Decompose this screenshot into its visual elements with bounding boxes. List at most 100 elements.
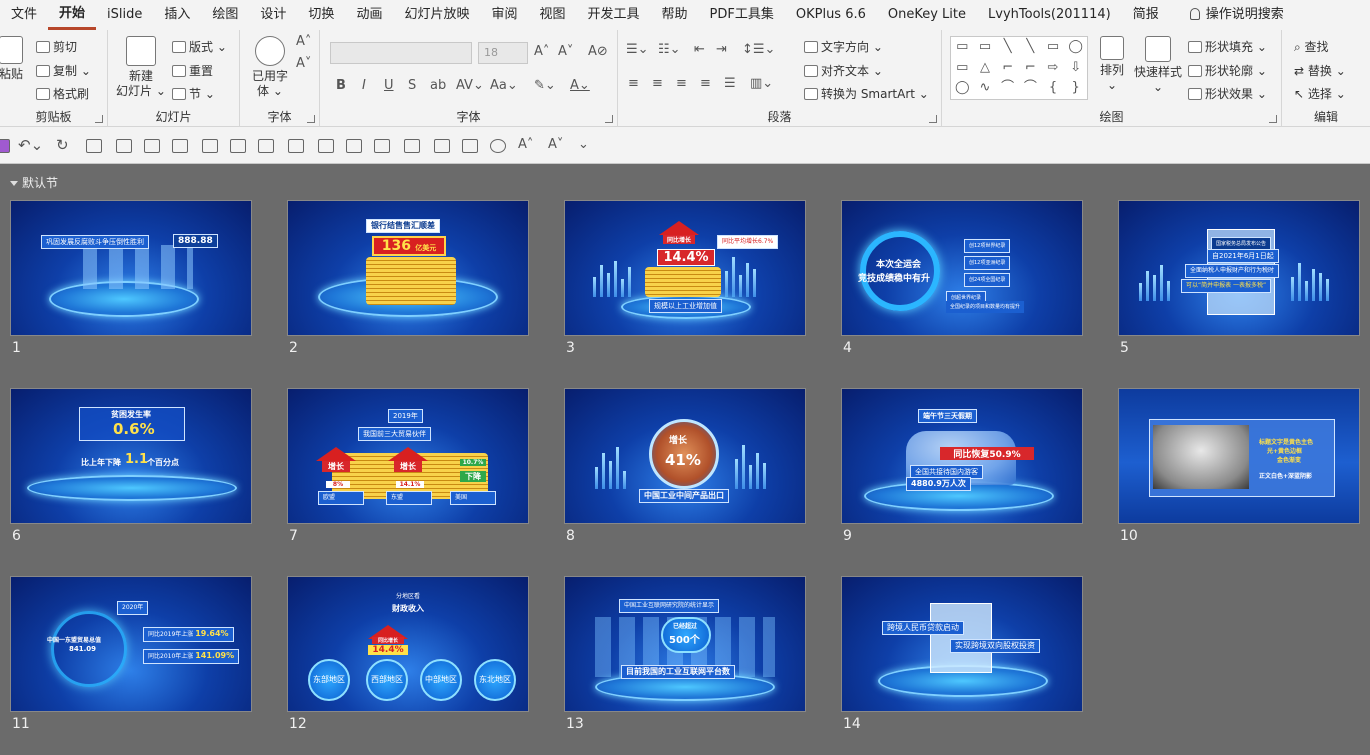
bold-button[interactable]: B	[336, 78, 346, 93]
drawing-launcher-icon[interactable]	[1269, 115, 1277, 123]
align-left-icon[interactable]: ≡	[628, 76, 639, 91]
slide-thumbnail-3[interactable]: 同比增长 14.4% 同比平均增长6.7% 规模以上工业增加值	[564, 200, 806, 336]
section-button[interactable]: 节 ⌄	[172, 85, 215, 102]
slide-thumbnail-10[interactable]: 标题文字是黄色主色 光+黄色边框 金色渐变 正文白色+深蓝阴影	[1118, 388, 1360, 524]
section-header[interactable]: 默认节	[10, 174, 58, 191]
select-button[interactable]: ↖ 选择 ⌄	[1294, 85, 1346, 102]
shape-outline-button[interactable]: 形状轮廓 ⌄	[1188, 62, 1267, 79]
text-box-icon[interactable]	[404, 139, 420, 153]
connector-icon[interactable]	[374, 139, 390, 153]
line-spacing-icon[interactable]: ↕☰⌄	[742, 42, 775, 57]
slide-thumbnail-12[interactable]: 分地区看 财政收入 同比增长 14.4% 东部地区 西部地区 中部地区 东北地区	[287, 576, 529, 712]
layout-button[interactable]: 版式 ⌄	[172, 38, 227, 55]
tab-okplus[interactable]: OKPlus 6.6	[785, 0, 877, 30]
font-name-combo[interactable]	[330, 42, 472, 64]
tab-insert[interactable]: 插入	[153, 0, 201, 30]
undo-icon[interactable]: ↶⌄	[18, 136, 43, 154]
customize-qat-icon[interactable]: ⌄	[578, 137, 589, 152]
columns-icon[interactable]: ▥⌄	[750, 76, 773, 91]
align-top-icon[interactable]	[116, 139, 132, 153]
tab-review[interactable]: 审阅	[480, 0, 528, 30]
slide-thumbnail-1[interactable]: 巩固发展反腐败斗争压倒性胜利 888.88	[10, 200, 252, 336]
text-direction-button[interactable]: 文字方向 ⌄	[804, 38, 883, 55]
strikethrough-button[interactable]: S	[408, 78, 416, 93]
start-slideshow-icon[interactable]	[86, 139, 102, 153]
tell-me-search[interactable]: 操作说明搜索	[1170, 0, 1295, 30]
underline-button[interactable]: U	[384, 78, 394, 93]
clear-format-icon[interactable]: A⊘	[588, 44, 608, 59]
slide-thumbnail-11[interactable]: 2020年 中国一东盟贸易总值 841.09 同比2019年上涨 19.64% …	[10, 576, 252, 712]
grow-font-icon[interactable]: A˄	[296, 34, 311, 49]
decrease-indent-icon[interactable]: ⇤	[694, 42, 705, 57]
shrink-font-qat-icon[interactable]: A˅	[548, 137, 563, 152]
clipboard-launcher-icon[interactable]	[95, 115, 103, 123]
justify-icon[interactable]: ≡	[700, 76, 711, 91]
align-right-icon[interactable]: ≡	[676, 76, 687, 91]
group-icon[interactable]	[318, 139, 334, 153]
tab-file[interactable]: 文件	[0, 0, 48, 30]
align-middle-icon[interactable]	[202, 139, 218, 153]
slide-thumbnail-14[interactable]: 跨境人民币贷款启动 实现跨境双向股权投资	[841, 576, 1083, 712]
redo-icon[interactable]: ↻	[56, 136, 69, 154]
shape-fill-button[interactable]: 形状填充 ⌄	[1188, 38, 1267, 55]
tab-islide[interactable]: iSlide	[96, 0, 153, 30]
slide-thumbnail-13[interactable]: 中国工业互联网研究院的统计显示 已经超过 500个 目前我国的工业互联网平台数	[564, 576, 806, 712]
align-text-button[interactable]: 对齐文本 ⌄	[804, 62, 883, 79]
align-bottom-icon[interactable]	[230, 139, 246, 153]
new-slide-button[interactable]: 新建 幻灯片 ⌄	[114, 36, 168, 99]
font-size-combo[interactable]: 18	[478, 42, 528, 64]
tab-slideshow[interactable]: 幻灯片放映	[393, 0, 480, 30]
distributed-icon[interactable]: ☰	[724, 76, 736, 91]
crop-icon[interactable]	[434, 139, 450, 153]
align-center-icon[interactable]: ≡	[652, 76, 663, 91]
slide-thumbnail-7[interactable]: 2019年 我国前三大贸易伙伴 增长 增长 8% 14.1% 10.7% 下降 …	[287, 388, 529, 524]
tab-design[interactable]: 设计	[249, 0, 297, 30]
highlight-icon[interactable]: ✎⌄	[534, 78, 556, 93]
find-button[interactable]: ⌕ 查找	[1294, 38, 1329, 55]
copy-button[interactable]: 复制 ⌄	[36, 62, 91, 79]
save-icon[interactable]	[0, 139, 10, 153]
slide-thumbnail-5[interactable]: 国家税务总局发布公告 自2021年6月1日起 全面纳税人申报财产和行为税时 可以…	[1118, 200, 1360, 336]
shapes-gallery[interactable]: ▭ ▭ ╲ ╲ ▭ ◯ ▭ △ ⌐ ⌐ ⇨ ⇩ ◯ ∿ ⌒ ⌒{}	[950, 36, 1088, 100]
tab-lvyhtools[interactable]: LvyhTools(201114)	[977, 0, 1122, 30]
paragraph-launcher-icon[interactable]	[929, 115, 937, 123]
tab-briefing[interactable]: 简报	[1122, 0, 1170, 30]
decrease-font-icon[interactable]: A˅	[558, 44, 573, 59]
shadow-button[interactable]: ab	[430, 78, 446, 93]
slide-thumbnail-2[interactable]: 银行结售售汇顺差 136 亿美元	[287, 200, 529, 336]
distribute-h-icon[interactable]	[258, 139, 274, 153]
replace-button[interactable]: ⇄ 替换 ⌄	[1294, 62, 1346, 79]
align-center-h-icon[interactable]	[172, 139, 188, 153]
quick-styles-button[interactable]: 快速样式 ⌄	[1132, 36, 1184, 95]
used-fonts-button[interactable]: 已用字体 ⌄	[248, 36, 292, 99]
smartart-button[interactable]: 转换为 SmartArt ⌄	[804, 85, 929, 102]
reset-button[interactable]: 重置	[172, 62, 213, 79]
shapes-icon[interactable]	[490, 139, 506, 153]
font-launcher-icon[interactable]	[605, 115, 613, 123]
arrange-button[interactable]: 排列 ⌄	[1094, 36, 1130, 93]
change-case-icon[interactable]: Aa⌄	[490, 78, 518, 93]
char-spacing-icon[interactable]: AV⌄	[456, 78, 484, 93]
increase-indent-icon[interactable]: ⇥	[716, 42, 727, 57]
slide-thumbnail-8[interactable]: 增长 41% 中国工业中间产品出口	[564, 388, 806, 524]
tab-animations[interactable]: 动画	[345, 0, 393, 30]
format-painter-button[interactable]: 格式刷	[36, 85, 89, 102]
tab-transitions[interactable]: 切换	[297, 0, 345, 30]
increase-font-icon[interactable]: A˄	[534, 44, 549, 59]
slide-thumbnail-6[interactable]: 贫困发生率 0.6% 比上年下降 1.1 个百分点	[10, 388, 252, 524]
tab-pdf-tools[interactable]: PDF工具集	[699, 0, 785, 30]
tab-view[interactable]: 视图	[528, 0, 576, 30]
paste-button[interactable]: 粘贴	[0, 36, 26, 82]
shape-effects-button[interactable]: 形状效果 ⌄	[1188, 85, 1267, 102]
align-left-icon[interactable]	[144, 139, 160, 153]
tab-home[interactable]: 开始	[48, 0, 97, 30]
tab-onekey-lite[interactable]: OneKey Lite	[877, 0, 977, 30]
charconv-launcher-icon[interactable]	[307, 115, 315, 123]
numbering-icon[interactable]: ☷⌄	[658, 42, 681, 57]
tab-draw[interactable]: 绘图	[201, 0, 249, 30]
slide-thumbnail-4[interactable]: 本次全运会 竞技成绩稳中有升 创12项世界纪录 创12项亚洲纪录 创24项全国纪…	[841, 200, 1083, 336]
align-right-icon[interactable]	[288, 139, 304, 153]
bar-chart-icon[interactable]	[346, 139, 362, 153]
italic-button[interactable]: I	[362, 78, 366, 93]
slide-thumbnail-9[interactable]: 端午节三天假期 同比恢复50.9% 全国共接待国内游客 4880.9万人次	[841, 388, 1083, 524]
